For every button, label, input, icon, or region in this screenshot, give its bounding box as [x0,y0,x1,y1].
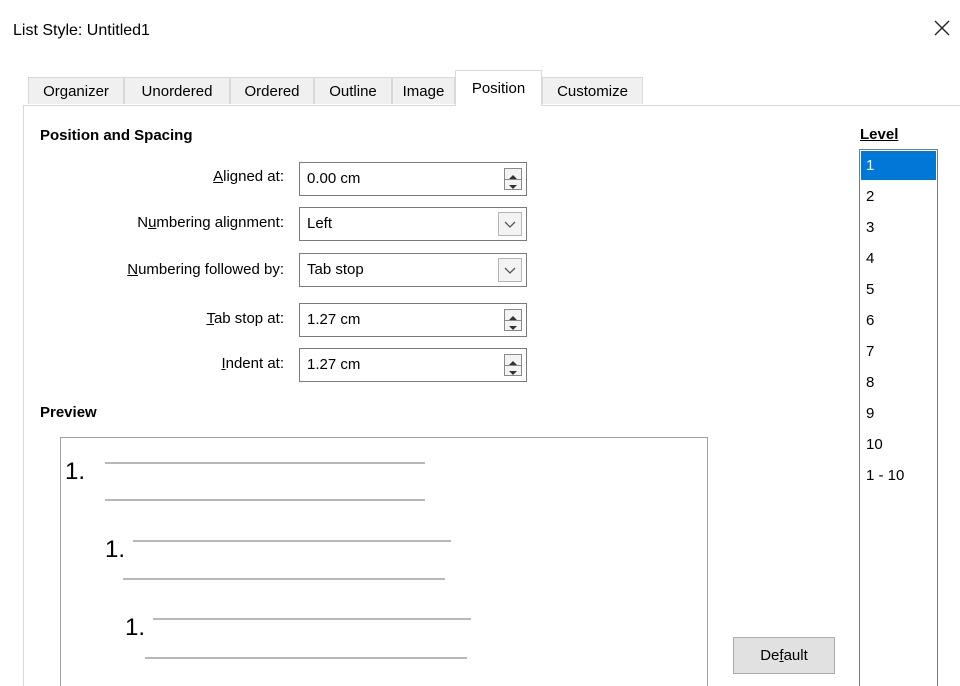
preview-number: 1. [125,614,146,641]
level-item[interactable]: 3 [861,213,936,242]
tab-image[interactable]: Image [392,77,455,104]
level-listbox[interactable]: 1 2 3 4 5 6 7 8 9 10 1 - 10 [859,149,938,686]
chevron-down-icon[interactable] [498,258,522,282]
preview-line [123,578,445,580]
aligned-at-spinbox[interactable]: 0.00 cm [299,162,527,196]
preview-line [145,657,467,659]
preview-number: 1. [65,458,86,485]
preview-line [105,499,425,501]
numbering-followed-by-value: Tab stop [307,261,364,278]
tab-ordered[interactable]: Ordered [230,77,314,104]
spin-buttons[interactable] [504,168,522,190]
level-item[interactable]: 1 [861,151,936,180]
close-icon[interactable] [930,16,954,40]
tab-position[interactable]: Position [455,70,542,106]
tab-organizer[interactable]: Organizer [28,77,124,104]
tab-label: Outline [329,83,377,100]
numbering-alignment-dropdown[interactable]: Left [299,207,527,241]
numbering-alignment-label: Numbering alignment: [137,214,284,231]
level-item[interactable]: 2 [861,182,936,211]
level-heading: Level [860,126,899,143]
indent-at-spinbox[interactable]: 1.27 cm [299,348,527,382]
numbering-alignment-value: Left [307,215,333,232]
aligned-at-value: 0.00 cm [307,170,361,187]
level-item[interactable]: 7 [861,337,936,366]
indent-at-value: 1.27 cm [307,356,361,373]
tab-label: Customize [557,83,628,100]
numbering-followed-by-dropdown[interactable]: Tab stop [299,253,527,287]
tab-label: Organizer [43,83,109,100]
preview-line [105,462,425,464]
tab-label: Position [471,80,526,97]
numbering-followed-by-label: Numbering followed by: [127,261,284,278]
chevron-down-icon[interactable] [498,212,522,236]
tab-unordered[interactable]: Unordered [124,77,230,104]
preview-line [133,540,451,542]
indent-at-label: Indent at: [221,355,284,372]
aligned-at-label: Aligned at: [213,168,284,185]
preview-heading: Preview [40,404,97,421]
tab-strip: Organizer Unordered Ordered Outline Imag… [23,70,960,106]
tab-stop-at-spinbox[interactable]: 1.27 cm [299,303,527,337]
tab-label: Image [402,83,445,100]
spin-down-icon[interactable] [505,320,521,330]
preview-box: 1. 1. 1. [60,437,708,686]
tab-label: Ordered [244,83,300,100]
level-item[interactable]: 9 [861,399,936,428]
preview-line [153,618,471,620]
tab-outline[interactable]: Outline [314,77,392,104]
level-item[interactable]: 4 [861,244,936,273]
default-button[interactable]: Default [733,637,835,674]
default-button-label: Default [760,647,808,664]
spin-down-icon[interactable] [505,365,521,375]
tab-label: Unordered [141,83,213,100]
spin-buttons[interactable] [504,354,522,376]
position-spacing-heading: Position and Spacing [40,127,193,144]
level-item[interactable]: 10 [861,430,936,459]
level-item[interactable]: 6 [861,306,936,335]
tab-stop-at-value: 1.27 cm [307,311,361,328]
tab-customize[interactable]: Customize [542,77,643,104]
level-item[interactable]: 5 [861,275,936,304]
window-title: List Style: Untitled1 [13,22,150,39]
spin-buttons[interactable] [504,309,522,331]
preview-number: 1. [105,536,126,563]
spin-down-icon[interactable] [505,179,521,189]
tab-stop-at-label: Tab stop at: [206,310,284,327]
level-item[interactable]: 1 - 10 [861,461,936,490]
title-bar: List Style: Untitled1 [0,0,960,64]
level-item[interactable]: 8 [861,368,936,397]
